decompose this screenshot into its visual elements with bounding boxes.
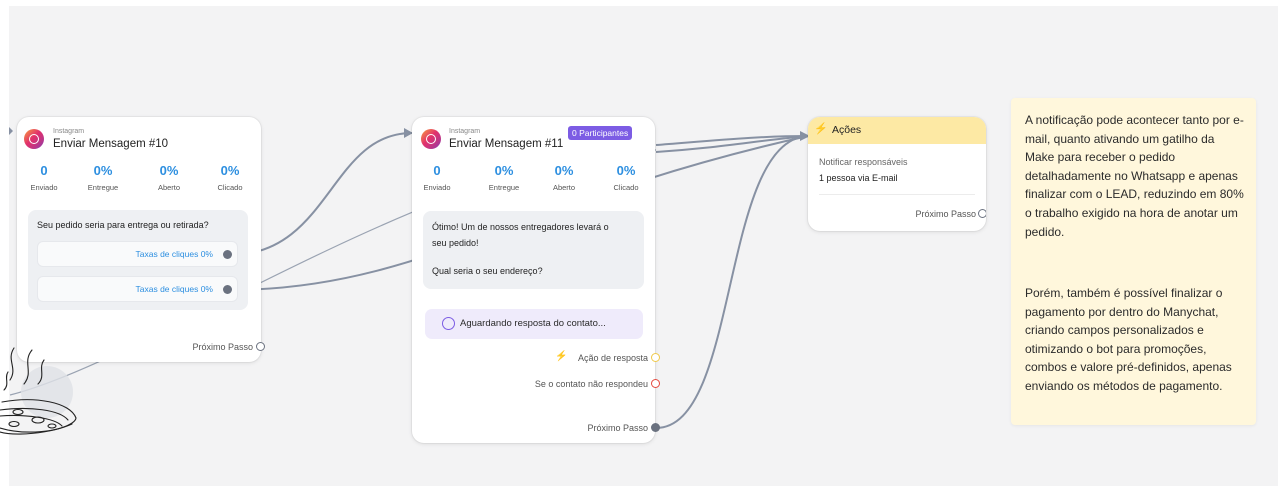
instagram-icon — [421, 129, 441, 149]
next-step-label: Próximo Passo — [915, 209, 976, 219]
pizza-sketch-icon — [0, 347, 77, 435]
actions-card[interactable]: ⚡ Ações Notificar responsáveis 1 pessoa … — [808, 117, 986, 231]
stat-clicked-value: 0% — [616, 163, 636, 178]
response-action-label: Ação de resposta — [577, 353, 648, 363]
stat-sent-label: Enviado — [30, 183, 58, 192]
stat-clicked-value: 0% — [220, 163, 240, 178]
response-action-connector[interactable] — [651, 353, 660, 362]
actions-header: ⚡ Ações — [808, 117, 986, 144]
no-response-label: Se o contato não respondeu — [534, 379, 648, 389]
arrow-head-card1 — [9, 127, 13, 135]
waiting-reply-label: Aguardando resposta do contato... — [460, 318, 606, 329]
canvas-top-edge — [9, 0, 1278, 6]
stat-sent-value: 0 — [433, 163, 441, 178]
lightning-icon: ⚡ — [814, 123, 828, 135]
stat-opened-value: 0% — [554, 163, 574, 178]
no-response-connector[interactable] — [651, 379, 660, 388]
stat-delivered-value: 0% — [494, 163, 514, 178]
message-button-2[interactable]: Taxas de cliques 0% — [37, 276, 238, 302]
wire-card2-to-card3-a — [655, 135, 809, 146]
actions-title: Ações — [832, 124, 862, 136]
button-1-connector[interactable] — [223, 250, 232, 259]
message-text: Seu pedido seria para entrega ou retirad… — [37, 220, 209, 230]
sticky-note[interactable]: A notificação pode acontecer tanto por e… — [1011, 98, 1256, 425]
next-step-connector[interactable] — [651, 423, 660, 432]
stat-opened-label: Aberto — [552, 183, 576, 192]
button-2-connector[interactable] — [223, 285, 232, 294]
wire-next-to-card3 — [655, 135, 809, 429]
stat-opened-label: Aberto — [157, 183, 181, 192]
action-name: Notificar responsáveis — [819, 157, 908, 167]
stat-delivered-value: 0% — [93, 163, 113, 178]
chat-bubble-icon — [442, 317, 455, 330]
stat-sent-value: 0 — [40, 163, 48, 178]
message-line-2: seu pedido! — [432, 238, 479, 248]
card-title: Enviar Mensagem #10 — [53, 138, 169, 150]
note-paragraph-1: A notificação pode acontecer tanto por e… — [1025, 113, 1244, 239]
message-button-1[interactable]: Taxas de cliques 0% — [37, 241, 238, 267]
divider — [819, 194, 975, 195]
message-bubble: Seu pedido seria para entrega ou retirad… — [28, 210, 248, 310]
card-title: Enviar Mensagem #11 — [449, 138, 564, 150]
stat-sent-label: Enviado — [423, 183, 451, 192]
card-source: Instagram — [449, 128, 481, 135]
stat-clicked-label: Clicado — [217, 183, 243, 192]
send-message-10-card[interactable]: Instagram Enviar Mensagem #10 0 0% 0% 0%… — [17, 117, 265, 362]
next-step-label: Próximo Passo — [192, 342, 253, 352]
action-detail: 1 pessoa via E-mail — [819, 173, 898, 183]
card-source: Instagram — [53, 128, 85, 135]
stat-opened-value: 0% — [159, 163, 179, 178]
message-line-1: Ótimo! Um de nossos entregadores levará … — [432, 222, 609, 232]
waiting-reply-box[interactable]: Aguardando resposta do contato... — [425, 309, 643, 339]
stat-delivered-label: Entregue — [87, 183, 119, 192]
send-message-11-card[interactable]: Instagram Enviar Mensagem #11 0 Particip… — [412, 117, 660, 443]
participants-badge[interactable]: 0 Participantes — [568, 126, 633, 140]
message-line-3: Qual seria o seu endereço? — [432, 266, 543, 276]
next-step-connector[interactable] — [978, 209, 986, 218]
wire-card2-to-card3-b — [655, 135, 809, 153]
message-bubble: Ótimo! Um de nossos entregadores levará … — [423, 211, 644, 289]
note-paragraph-2: Porém, também é possível finalizar o pag… — [1025, 286, 1232, 393]
next-step-label: Próximo Passo — [587, 423, 648, 433]
stat-delivered-label: Entregue — [488, 183, 520, 192]
next-step-connector[interactable] — [256, 342, 265, 351]
stat-clicked-label: Clicado — [613, 183, 639, 192]
instagram-icon — [24, 129, 44, 149]
